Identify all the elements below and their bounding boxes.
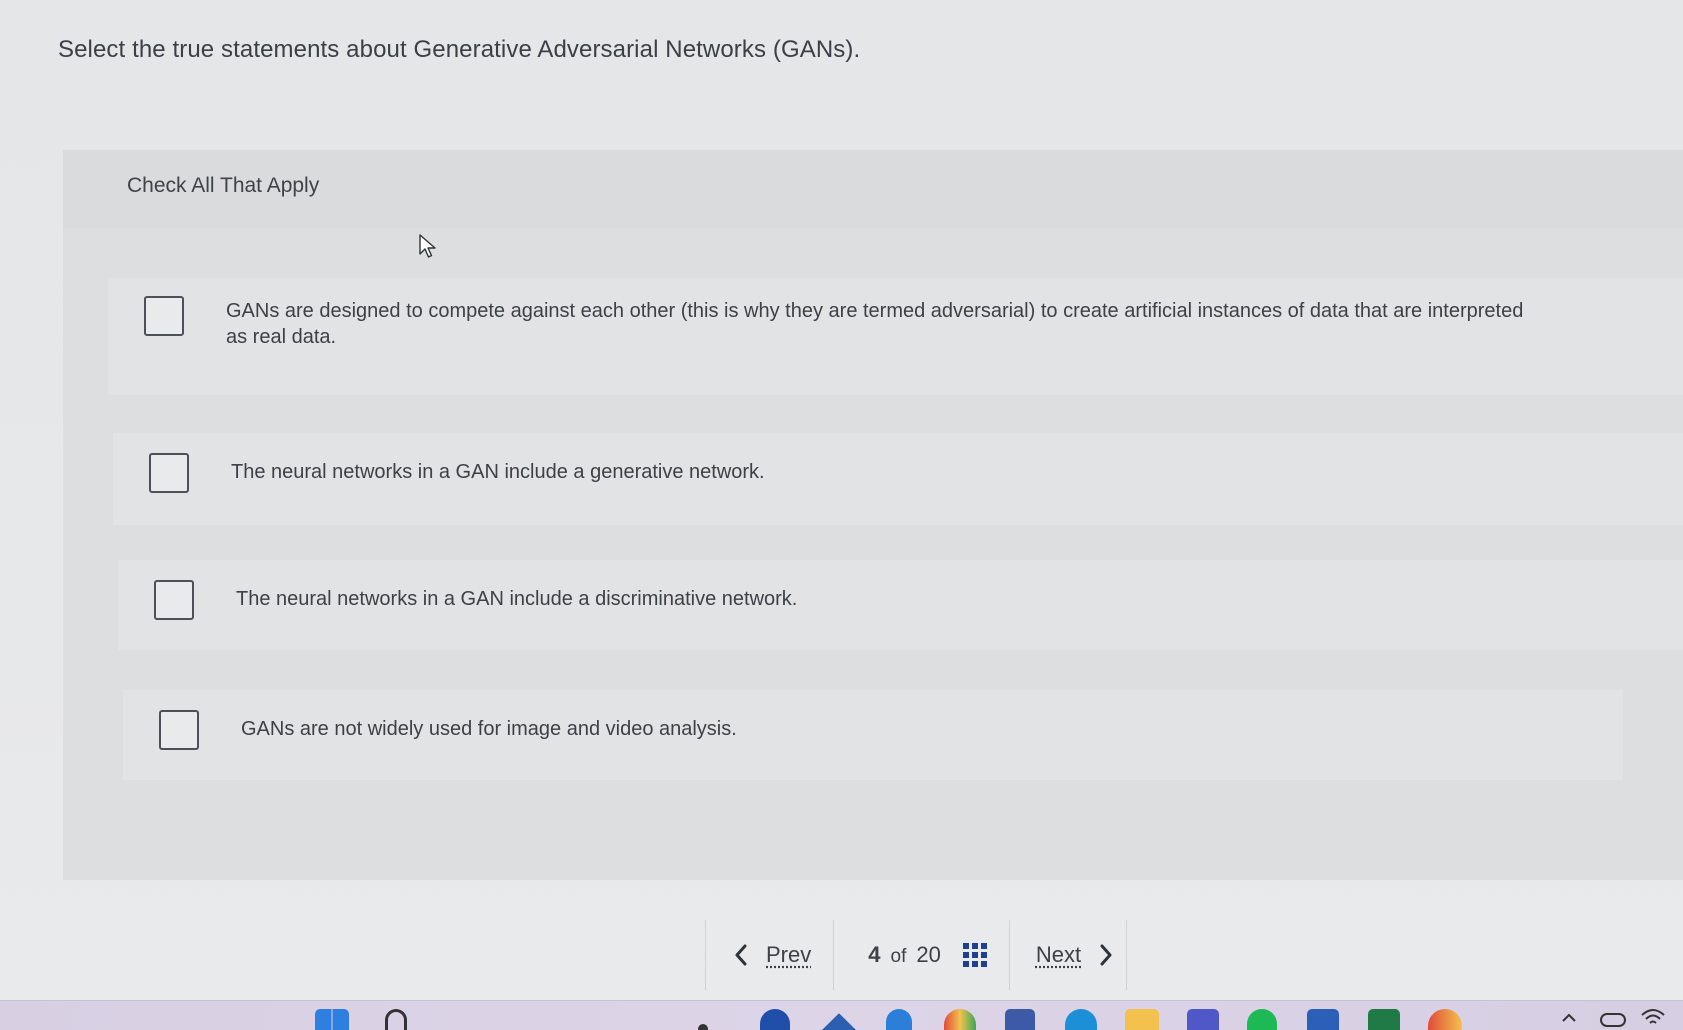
chevron-right-icon [1100,944,1112,966]
word-icon[interactable] [1307,1009,1339,1030]
pager-divider [833,920,835,990]
answer-panel: Check All That Apply GANs are designed t… [63,150,1683,880]
prev-label: Prev [766,942,812,967]
wifi-icon[interactable] [1640,1007,1666,1027]
question-counter: 4 of 20 [868,942,941,968]
option-3-checkbox[interactable] [154,580,194,620]
store-icon[interactable] [1005,1009,1035,1030]
teams-icon[interactable] [1187,1009,1219,1030]
chrome-icon[interactable] [886,1009,912,1030]
option-3-label: The neural networks in a GAN include a d… [236,588,798,610]
question-text: Select the true statements about Generat… [58,36,861,63]
pager-divider [1008,920,1010,990]
question-pager: Prev 4 of 20 Next [705,920,1127,990]
mail-icon[interactable] [760,1009,790,1030]
search-icon[interactable] [385,1009,407,1030]
chevron-left-icon [735,944,747,966]
prev-button[interactable]: Prev [734,942,811,968]
excel-icon[interactable] [1368,1009,1400,1030]
option-4-checkbox[interactable] [159,710,199,750]
option-2-label: The neural networks in a GAN include a g… [231,461,765,483]
panel-title: Check All That Apply [127,174,320,197]
browser-icon[interactable] [1065,1009,1097,1030]
of-label: of [890,946,907,967]
option-4-label: GANs are not widely used for image and v… [241,718,737,740]
next-label: Next [1035,942,1082,967]
edge-icon[interactable] [822,1013,856,1030]
option-1[interactable]: GANs are designed to compete against eac… [108,278,1683,395]
spotify-icon[interactable] [1247,1009,1277,1030]
option-3[interactable]: The neural networks in a GAN include a d… [118,560,1683,650]
next-button[interactable]: Next [1036,942,1113,968]
taskbar [0,1000,1683,1030]
copilot-icon[interactable] [698,1024,708,1030]
panel-header: Check All That Apply [63,150,1683,228]
option-2[interactable]: The neural networks in a GAN include a g… [113,433,1683,525]
question-grid-icon[interactable] [962,943,987,967]
total-questions: 20 [916,942,941,967]
browser-icon[interactable] [944,1009,976,1030]
chrome-canary-icon[interactable] [1428,1009,1462,1030]
chevron-up-icon[interactable] [1560,1011,1578,1023]
onedrive-icon[interactable] [1600,1013,1626,1027]
start-icon[interactable] [315,1009,349,1030]
file-explorer-icon[interactable] [1125,1009,1159,1030]
option-1-checkbox[interactable] [144,296,184,336]
option-1-label: GANs are designed to compete against eac… [226,300,1524,348]
option-2-checkbox[interactable] [149,453,189,493]
option-4[interactable]: GANs are not widely used for image and v… [123,690,1623,780]
current-question: 4 [868,942,881,967]
mouse-cursor-icon [419,234,436,258]
